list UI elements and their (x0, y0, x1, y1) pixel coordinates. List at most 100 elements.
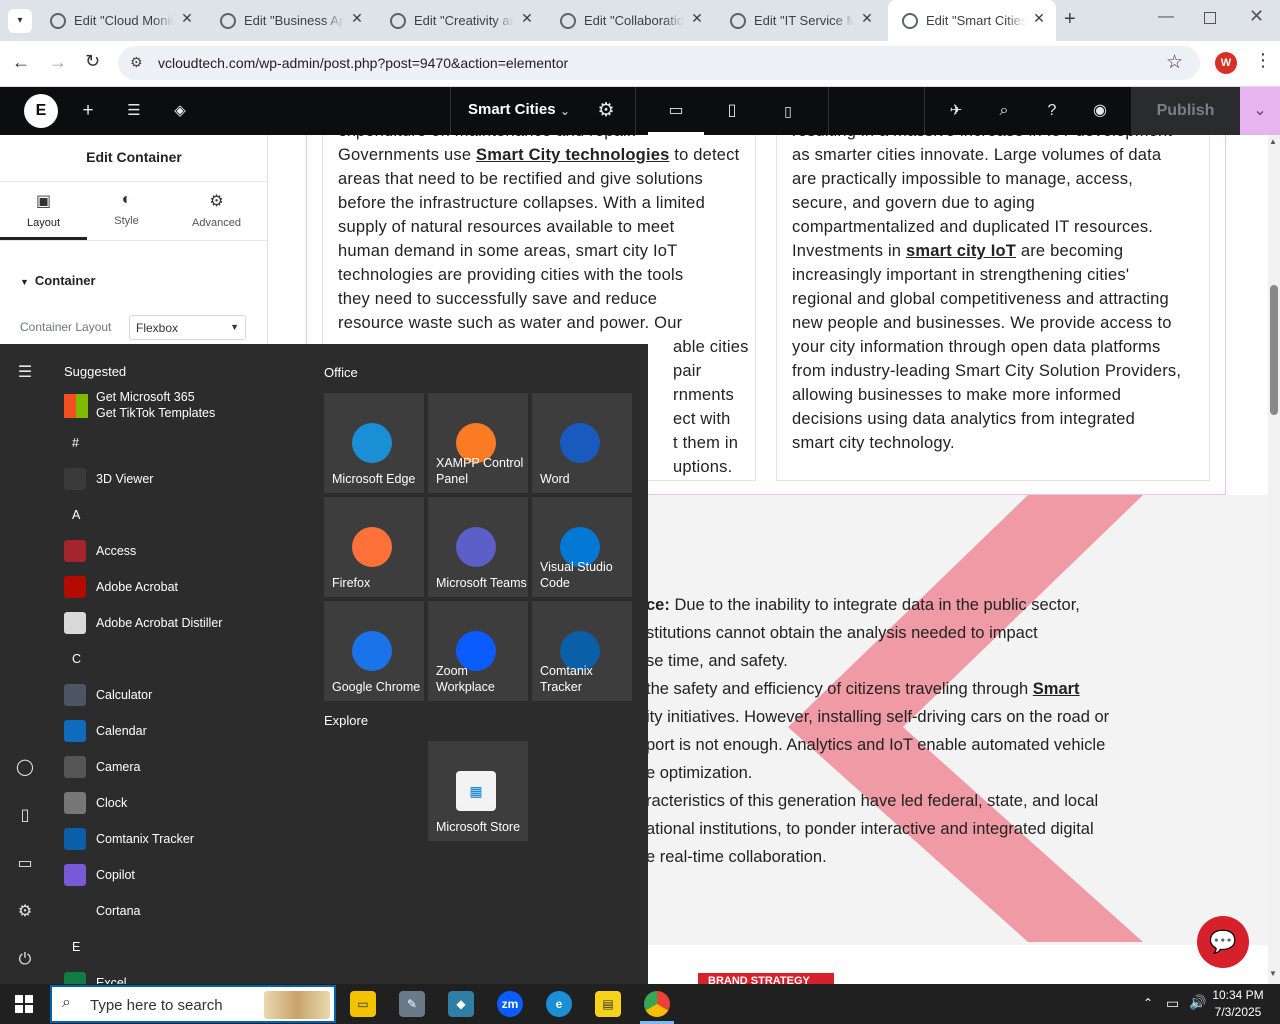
zoom-taskbar-icon[interactable]: zm (497, 991, 523, 1017)
tray-chevron-up-icon[interactable]: ⌃ (1143, 996, 1153, 1010)
office-tile[interactable]: Comtanix Tracker (532, 601, 632, 701)
tab-style[interactable]: ◐ Style (83, 191, 170, 227)
network-icon[interactable]: ▭ (1166, 995, 1179, 1012)
volume-icon[interactable]: 🔊 (1189, 994, 1206, 1011)
app-list-item[interactable]: Excel (64, 967, 304, 984)
bookmark-star-icon[interactable]: ☆ (1166, 51, 1183, 74)
site-info-icon[interactable]: ⚙ (130, 54, 143, 71)
close-tab-icon[interactable]: ✕ (178, 10, 196, 27)
desktop-view-icon[interactable]: ▭ (664, 99, 688, 123)
file-explorer-icon[interactable]: ▭ (350, 991, 376, 1017)
office-tile[interactable]: Visual Studio Code (532, 497, 632, 597)
site-settings-icon[interactable]: ☰ (122, 99, 146, 123)
forward-icon[interactable]: → (49, 52, 67, 73)
edge-taskbar-icon[interactable]: e (546, 991, 572, 1017)
office-tile[interactable]: Firefox (324, 497, 424, 597)
pictures-icon[interactable]: ▭ (13, 852, 37, 876)
hamburger-menu-icon[interactable]: ☰ (13, 361, 37, 385)
tab-search-button[interactable]: ▾ (8, 9, 32, 33)
close-tab-icon[interactable]: ✕ (858, 10, 876, 27)
scroll-down-arrow-icon[interactable]: ▼ (1269, 969, 1277, 978)
office-tile[interactable]: Word (532, 393, 632, 493)
taskbar-clock[interactable]: 10:34 PM 7/3/2025 (1206, 987, 1270, 1021)
app-list-item[interactable]: 3D Viewer (64, 463, 304, 495)
new-tab-button[interactable]: + (1064, 8, 1076, 31)
browser-tab[interactable]: Edit "Cloud Monitoring" ✕ (36, 0, 206, 41)
browser-tab[interactable]: Edit "IT Service Ma" ✕ (716, 0, 886, 41)
structure-layers-icon[interactable]: ◈ (168, 99, 192, 123)
app-list-item[interactable]: Clock (64, 787, 304, 819)
office-tile[interactable]: Google Chrome (324, 601, 424, 701)
close-tab-icon[interactable]: ✕ (518, 10, 536, 27)
app-list-letter-header[interactable]: A (72, 508, 80, 522)
back-icon[interactable]: ← (12, 52, 30, 73)
restore-button[interactable] (1204, 12, 1216, 24)
page-name[interactable]: Smart Cities (468, 101, 556, 118)
browser-tab[interactable]: Edit "Smart Cities" ✕ (888, 0, 1056, 41)
close-tab-icon[interactable]: ✕ (688, 10, 706, 27)
close-tab-icon[interactable]: ✕ (348, 10, 366, 27)
documents-icon[interactable]: ▯ (13, 804, 37, 828)
smart-city-tech-link[interactable]: Smart City technologies (476, 146, 669, 164)
office-tile[interactable]: Microsoft Edge (324, 393, 424, 493)
smart-city-iot-link[interactable]: smart city IoT (906, 242, 1016, 260)
app-list-item[interactable]: Adobe Acrobat (64, 571, 304, 603)
app-list-item[interactable]: Adobe Acrobat Distiller (64, 607, 304, 639)
power-icon[interactable]: ⏻ (13, 948, 37, 972)
app-list-letter-header[interactable]: E (72, 940, 80, 954)
scroll-thumb[interactable] (1270, 285, 1278, 415)
add-element-icon[interactable]: + (76, 99, 100, 123)
canvas-scrollbar[interactable]: ▲ ▼ (1268, 135, 1280, 984)
chevron-down-icon[interactable]: ⌄ (553, 99, 577, 123)
page-settings-gear-icon[interactable]: ⚙ (594, 99, 618, 123)
search-icon[interactable]: ⌕ (992, 99, 1016, 123)
suggested-item[interactable]: Get Microsoft 365 Get TikTok Templates (64, 390, 304, 424)
browser-tab[interactable]: Edit "Business Apps" ✕ (206, 0, 376, 41)
publish-options-chevron-icon[interactable]: ⌄ (1240, 87, 1280, 135)
office-tile[interactable]: Microsoft Teams (428, 497, 528, 597)
preview-eye-icon[interactable]: ◉ (1088, 99, 1112, 123)
smart-link[interactable]: Smart (1033, 680, 1080, 698)
office-tile[interactable]: Zoom Workplace (428, 601, 528, 701)
diamond-app-icon[interactable]: ◆ (448, 991, 474, 1017)
tile-microsoft-store[interactable]: ▦ Microsoft Store (428, 741, 528, 841)
tab-advanced[interactable]: ⚙ Advanced (173, 191, 260, 229)
app-list-item[interactable]: Camera (64, 751, 304, 783)
help-icon[interactable]: ? (1040, 99, 1064, 123)
profile-avatar[interactable]: W (1215, 52, 1237, 74)
tab-layout[interactable]: ▣ Layout (0, 191, 87, 240)
browser-tab[interactable]: Edit "Collaboration" ✕ (546, 0, 716, 41)
lower-text-block[interactable]: ce: Due to the inability to integrate da… (646, 591, 1109, 871)
close-window-button[interactable]: ✕ (1249, 6, 1264, 27)
user-account-icon[interactable]: ◯ (13, 756, 37, 780)
windows-start-icon[interactable] (15, 995, 33, 1013)
app-list-letter-header[interactable]: C (72, 652, 81, 666)
reload-icon[interactable]: ↻ (85, 51, 100, 72)
url-field[interactable]: ⚙ vcloudtech.com/wp-admin/post.php?post=… (118, 46, 1200, 80)
taskbar-search-input[interactable]: ⌕ Type here to search (50, 985, 336, 1023)
settings-gear-icon[interactable]: ⚙ (13, 900, 37, 924)
container-section-toggle[interactable]: ▼ Container (20, 273, 96, 288)
office-tile[interactable]: XAMPP Control Panel (428, 393, 528, 493)
app-list-item[interactable]: Cortana (64, 895, 304, 927)
text-column-right[interactable]: resulting in a massive increase in IoT d… (776, 135, 1210, 481)
app-list-item[interactable]: Calendar (64, 715, 304, 747)
elementor-logo-icon[interactable]: E (24, 94, 58, 128)
app-list-item[interactable]: Comtanix Tracker (64, 823, 304, 855)
app-list-item[interactable]: Access (64, 535, 304, 567)
browser-menu-icon[interactable]: ⋮ (1254, 50, 1272, 71)
chat-bubble-button[interactable]: 💬 (1197, 916, 1249, 968)
minimize-button[interactable]: — (1158, 8, 1174, 26)
close-tab-icon[interactable]: ✕ (1030, 10, 1048, 27)
app-list-item[interactable]: Copilot (64, 859, 304, 891)
publish-button[interactable]: Publish (1131, 87, 1240, 135)
container-layout-select[interactable]: Flexbox ▼ (129, 315, 246, 340)
browser-tab[interactable]: Edit "Creativity and" ✕ (376, 0, 546, 41)
paint-app-icon[interactable]: ✎ (399, 991, 425, 1017)
notes-rocket-icon[interactable]: ✈ (944, 99, 968, 123)
chrome-taskbar-icon[interactable] (644, 991, 670, 1017)
scroll-up-arrow-icon[interactable]: ▲ (1269, 137, 1277, 146)
app-list-letter-header[interactable]: # (72, 436, 79, 450)
tablet-view-icon[interactable]: ▯ (720, 99, 744, 123)
sticky-notes-icon[interactable]: ▤ (595, 991, 621, 1017)
